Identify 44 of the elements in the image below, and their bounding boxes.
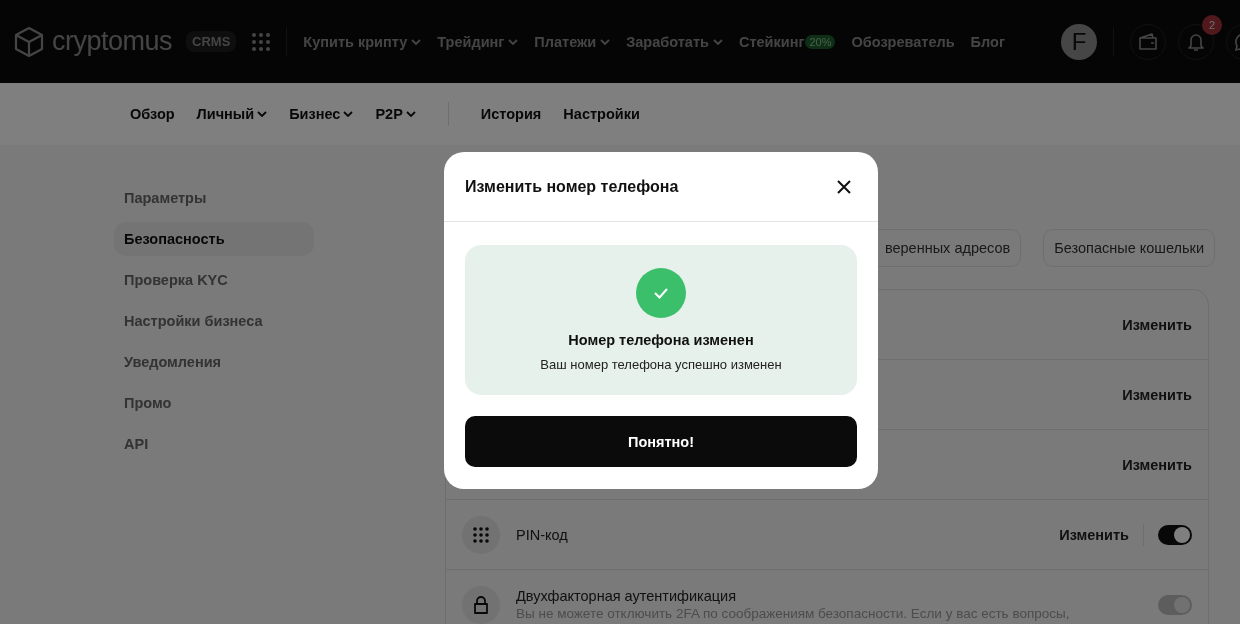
change-link[interactable]: Изменить bbox=[1059, 526, 1129, 543]
confirm-button[interactable]: Понятно! bbox=[465, 416, 857, 467]
subnav-link[interactable]: История bbox=[480, 106, 542, 122]
bell-icon bbox=[1187, 31, 1205, 52]
nav-link[interactable]: Трейдинг bbox=[437, 33, 519, 50]
keypad-icon bbox=[462, 515, 500, 554]
subnav-link[interactable]: Личный bbox=[196, 106, 268, 122]
sidebar-item[interactable]: Безопасность bbox=[114, 222, 314, 256]
check-circle-icon bbox=[636, 268, 686, 318]
toggle-switch[interactable] bbox=[1158, 524, 1192, 545]
logo-text[interactable]: cryptomus bbox=[52, 26, 173, 57]
nav-link[interactable]: Стейкинг bbox=[738, 33, 805, 50]
success-title: Номер телефона изменен bbox=[568, 332, 754, 348]
avatar[interactable]: F bbox=[1061, 23, 1097, 60]
subnav-link[interactable]: Обзор bbox=[130, 106, 175, 122]
sidebar-item[interactable]: Промо bbox=[114, 386, 314, 420]
success-message: Ваш номер телефона успешно изменен bbox=[540, 357, 782, 372]
close-icon[interactable] bbox=[837, 179, 851, 194]
sidebar-item[interactable]: Настройки бизнеса bbox=[114, 304, 314, 338]
change-link[interactable]: Изменить bbox=[1122, 316, 1192, 333]
notification-count: 2 bbox=[1202, 14, 1222, 35]
nav-link[interactable]: Блог bbox=[970, 33, 1005, 50]
sidebar-item[interactable]: Уведомления bbox=[114, 345, 314, 379]
nav-link[interactable]: Купить крипту bbox=[303, 33, 422, 50]
wallet-icon bbox=[1138, 32, 1158, 51]
setting-label: PIN-код bbox=[516, 526, 569, 543]
sidebar-item[interactable]: API bbox=[114, 427, 314, 461]
subnav-link[interactable]: Настройки bbox=[563, 106, 640, 122]
change-link[interactable]: Изменить bbox=[1122, 386, 1192, 403]
subnav-link[interactable]: Бизнес bbox=[289, 106, 354, 122]
wallet-button[interactable] bbox=[1130, 23, 1166, 60]
nav-link[interactable]: Обозреватель bbox=[851, 33, 955, 50]
setting-label: Двухфакторная аутентификация bbox=[516, 588, 738, 604]
cube-logo-icon bbox=[14, 25, 44, 58]
apps-grid-icon[interactable] bbox=[252, 32, 271, 51]
subnav-link[interactable]: P2P bbox=[375, 106, 416, 122]
notifications-button[interactable] bbox=[1178, 23, 1214, 60]
tab-chip[interactable]: Безопасные кошельки bbox=[1043, 229, 1215, 267]
sidebar-item[interactable]: Параметры bbox=[114, 181, 314, 215]
sidebar-item[interactable]: Проверка KYC bbox=[114, 263, 314, 297]
change-link[interactable]: Изменить bbox=[1122, 456, 1192, 473]
nav-link[interactable]: Платежи bbox=[534, 33, 611, 50]
nav-link[interactable]: Заработать bbox=[626, 33, 723, 50]
modal-title: Изменить номер телефона bbox=[465, 177, 679, 196]
